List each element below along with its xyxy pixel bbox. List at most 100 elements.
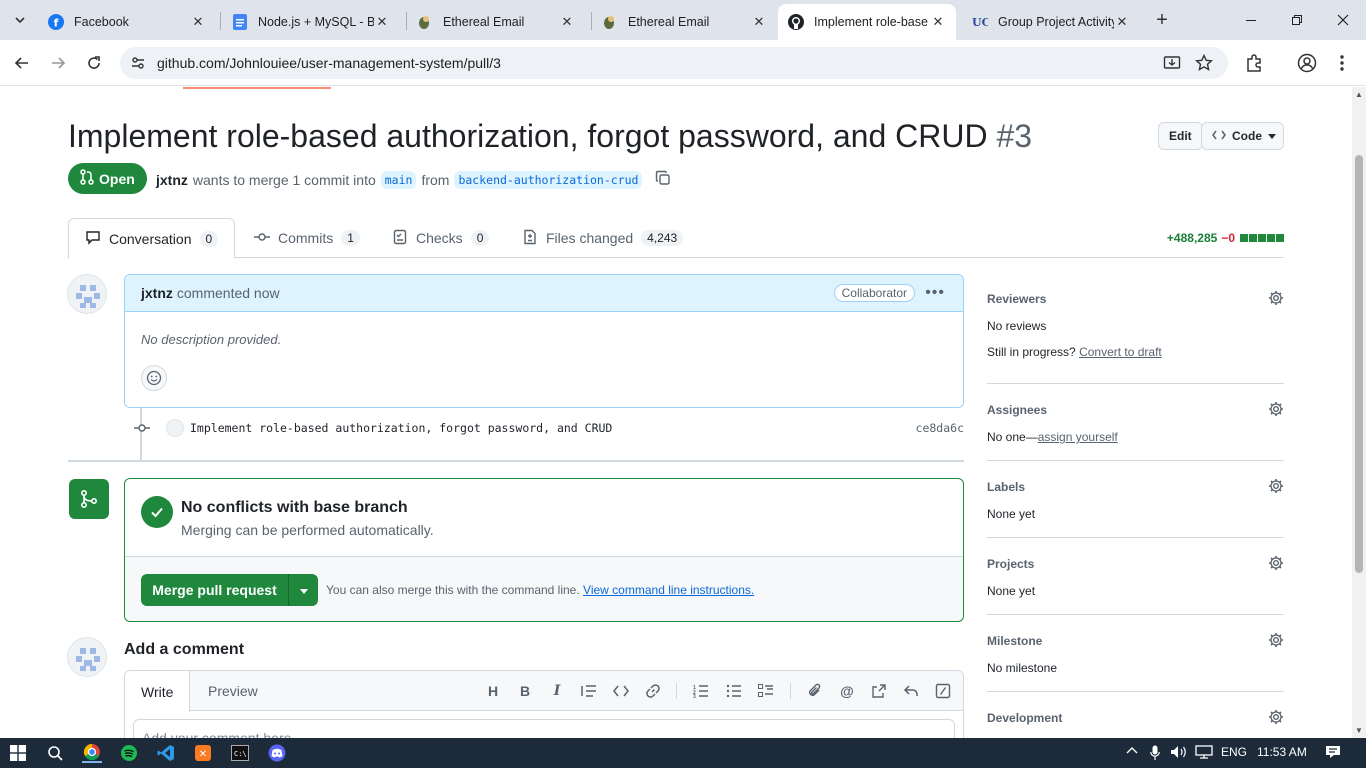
bookmark-star-icon[interactable]	[1194, 53, 1214, 72]
browser-tab-ethereal-1[interactable]: Ethereal Email ✕	[407, 4, 585, 40]
network-icon[interactable]	[1195, 745, 1213, 762]
browser-tab-github-active[interactable]: Implement role-base ✕	[778, 4, 956, 40]
forward-icon[interactable]	[44, 49, 72, 77]
comment-action: commented now	[176, 285, 280, 301]
command-line-instructions-link[interactable]: View command line instructions.	[583, 583, 754, 597]
browser-tab-nodejs[interactable]: Node.js + MySQL - Bo ✕	[222, 4, 400, 40]
convert-to-draft-link[interactable]: Convert to draft	[1079, 345, 1162, 359]
chrome-icon[interactable]	[82, 743, 102, 763]
minimize-icon[interactable]	[1228, 0, 1274, 40]
microphone-icon[interactable]	[1150, 745, 1160, 764]
reload-icon[interactable]	[80, 49, 108, 77]
slash-commands-icon[interactable]	[934, 682, 952, 700]
xampp-icon[interactable]: ✕	[193, 743, 213, 763]
code-icon[interactable]	[612, 682, 630, 700]
copy-icon[interactable]	[655, 170, 671, 189]
close-icon[interactable]: ✕	[1114, 14, 1130, 30]
language-indicator[interactable]: ENG	[1221, 745, 1247, 759]
head-branch[interactable]: backend-authorization-crud	[454, 170, 643, 189]
close-icon[interactable]: ✕	[374, 14, 390, 30]
volume-icon[interactable]	[1170, 745, 1188, 762]
avatar[interactable]	[166, 419, 184, 437]
windows-start-icon[interactable]	[8, 743, 28, 763]
back-icon[interactable]	[8, 49, 36, 77]
gear-icon[interactable]	[1268, 401, 1284, 417]
sidebar-heading[interactable]: Assignees	[987, 403, 1047, 417]
base-branch[interactable]: main	[380, 170, 417, 189]
close-icon[interactable]: ✕	[930, 14, 946, 30]
page-scrollbar[interactable]: ▲ ▼	[1352, 87, 1366, 738]
address-bar[interactable]: github.com/Johnlouiee/user-management-sy…	[120, 47, 1228, 79]
attach-file-icon[interactable]	[806, 682, 824, 700]
merge-options-dropdown[interactable]	[288, 574, 318, 606]
search-icon[interactable]	[45, 743, 65, 763]
kebab-menu-icon[interactable]: •••	[925, 284, 945, 302]
ordered-list-icon[interactable]: 123	[692, 682, 710, 700]
restore-icon[interactable]	[1274, 0, 1320, 40]
menu-icon[interactable]	[1332, 53, 1352, 73]
tab-files-changed[interactable]: Files changed 4,243	[506, 218, 699, 258]
discord-icon[interactable]	[267, 743, 287, 763]
commit-message-link[interactable]: Implement role-based authorization, forg…	[190, 421, 612, 435]
browser-tab-ethereal-2[interactable]: Ethereal Email ✕	[592, 4, 777, 40]
sidebar-heading[interactable]: Reviewers	[987, 292, 1046, 306]
terminal-icon[interactable]: C:\	[230, 743, 250, 763]
task-list-icon[interactable]	[757, 682, 775, 700]
gear-icon[interactable]	[1268, 632, 1284, 648]
saved-reply-icon[interactable]	[902, 682, 920, 700]
sidebar-heading[interactable]: Milestone	[987, 634, 1042, 648]
browser-tab-facebook[interactable]: f Facebook ✕	[38, 4, 216, 40]
preview-tab[interactable]: Preview	[192, 671, 274, 711]
gear-icon[interactable]	[1268, 709, 1284, 725]
mention-icon[interactable]: @	[838, 682, 856, 700]
write-tab[interactable]: Write	[125, 671, 191, 712]
cross-reference-icon[interactable]	[870, 682, 888, 700]
scroll-up-icon[interactable]: ▲	[1355, 90, 1363, 99]
tab-conversation[interactable]: Conversation 0	[68, 218, 236, 259]
gear-icon[interactable]	[1268, 478, 1284, 494]
comment-author[interactable]: jxtnz	[141, 285, 173, 301]
commit-sha-link[interactable]: ce8da6c	[916, 421, 964, 435]
extensions-icon[interactable]	[1244, 53, 1264, 73]
author-link[interactable]: jxtnz	[156, 172, 188, 188]
tab-commits[interactable]: Commits 1	[238, 218, 376, 258]
gear-icon[interactable]	[1268, 290, 1284, 306]
quote-icon[interactable]	[580, 682, 598, 700]
italic-icon[interactable]: I	[548, 682, 566, 700]
merge-pull-request-button[interactable]: Merge pull request	[141, 574, 288, 606]
heading-icon[interactable]: H	[484, 682, 502, 700]
close-icon[interactable]: ✕	[559, 14, 575, 30]
avatar[interactable]	[67, 274, 107, 314]
browser-tab-group-project[interactable]: UC Group Project Activity ✕	[962, 4, 1140, 40]
edit-button[interactable]: Edit	[1158, 122, 1203, 150]
new-tab-button[interactable]: +	[1150, 8, 1174, 32]
comment-textarea[interactable]: Add your comment here...	[133, 719, 955, 738]
close-icon[interactable]: ✕	[751, 14, 767, 30]
assign-yourself-link[interactable]: assign yourself	[1038, 430, 1118, 444]
file-diff-icon	[522, 229, 538, 248]
scroll-down-icon[interactable]: ▼	[1355, 726, 1363, 735]
code-button[interactable]: Code	[1201, 122, 1284, 150]
sidebar-heading[interactable]: Development	[987, 711, 1062, 725]
link-icon[interactable]	[644, 682, 662, 700]
tab-search-icon[interactable]	[8, 8, 32, 32]
clock[interactable]: 11:53 AM	[1257, 745, 1307, 759]
tab-checks[interactable]: Checks 0	[376, 218, 505, 258]
spotify-icon[interactable]	[119, 743, 139, 763]
sidebar-heading[interactable]: Labels	[987, 480, 1025, 494]
sidebar-heading[interactable]: Projects	[987, 557, 1034, 571]
bold-icon[interactable]: B	[516, 682, 534, 700]
gear-icon[interactable]	[1268, 555, 1284, 571]
site-info-icon[interactable]	[130, 55, 146, 71]
unordered-list-icon[interactable]	[725, 682, 743, 700]
window-close-icon[interactable]	[1320, 0, 1366, 40]
scrollbar-thumb[interactable]	[1355, 155, 1363, 573]
caret-down-icon	[299, 582, 308, 598]
profile-icon[interactable]	[1297, 53, 1317, 73]
add-reaction-icon[interactable]	[141, 365, 167, 391]
close-icon[interactable]: ✕	[190, 14, 206, 30]
tray-chevron-up-icon[interactable]	[1126, 745, 1138, 758]
install-app-icon[interactable]	[1163, 54, 1181, 72]
notifications-icon[interactable]	[1325, 745, 1341, 762]
vscode-icon[interactable]	[156, 743, 176, 763]
